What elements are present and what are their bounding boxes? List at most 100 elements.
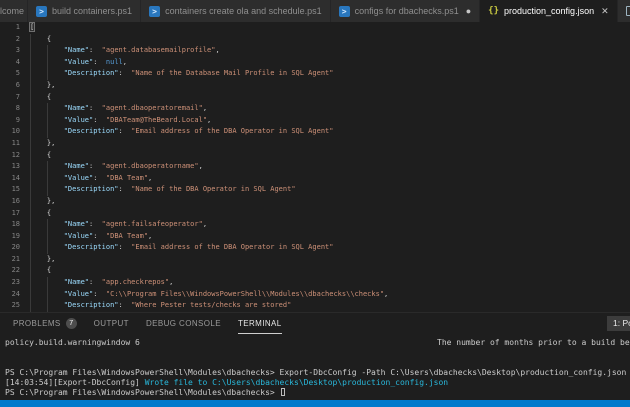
panel-tab-output[interactable]: OUTPUT bbox=[94, 313, 129, 334]
terminal-cursor bbox=[281, 388, 285, 396]
line-number: 25 bbox=[0, 300, 20, 312]
code-line-21[interactable]: 21 }, bbox=[0, 254, 630, 266]
terminal[interactable]: policy.build.warningwindow 6The number o… bbox=[0, 334, 630, 400]
tab-label: production_config.json bbox=[504, 6, 594, 16]
modified-dot-icon: ● bbox=[466, 7, 471, 16]
indent-guide bbox=[47, 115, 48, 127]
editor-pane[interactable]: 1[2 {3 "Name": "agent.databasemailprofil… bbox=[0, 22, 630, 312]
code-line-7[interactable]: 7 { bbox=[0, 92, 630, 104]
tab-configs-for-dbachecks-ps1[interactable]: >configs for dbachecks.ps1● bbox=[331, 0, 481, 22]
code-line-25[interactable]: 25 "Description": "Where Pester tests/ch… bbox=[0, 300, 630, 312]
line-number: 15 bbox=[0, 184, 20, 196]
line-number: 24 bbox=[0, 289, 20, 301]
code-line-5[interactable]: 5 "Description": "Name of the Database M… bbox=[0, 68, 630, 80]
code-line-8[interactable]: 8 "Name": "agent.dbaoperatoremail", bbox=[0, 103, 630, 115]
tab-containers-create-ola-and-schedule-ps1[interactable]: >containers create ola and schedule.ps1 bbox=[141, 0, 331, 22]
line-number: 11 bbox=[0, 138, 20, 150]
code-text: "Value": "DBA Team", bbox=[30, 173, 152, 185]
code-text: "Description": "Name of the DBA Operator… bbox=[30, 184, 296, 196]
indent-guide bbox=[47, 219, 48, 231]
code-line-23[interactable]: 23 "Name": "app.checkrepos", bbox=[0, 277, 630, 289]
line-number: 4 bbox=[0, 57, 20, 69]
code-text: { bbox=[30, 92, 51, 104]
indent-guide bbox=[30, 126, 31, 138]
code-text: "Description": "Email address of the DBA… bbox=[30, 126, 333, 138]
terminal-line-4: PS C:\Program Files\WindowsPowerShell\Mo… bbox=[5, 368, 630, 378]
panel-tab-terminal[interactable]: TERMINAL bbox=[238, 313, 282, 334]
vscode-window: lcome>build containers.ps1>containers cr… bbox=[0, 0, 630, 407]
indent-guide bbox=[30, 161, 31, 173]
indent-guide bbox=[30, 92, 31, 104]
line-number: 21 bbox=[0, 254, 20, 266]
code-line-13[interactable]: 13 "Name": "agent.dbaoperatorname", bbox=[0, 161, 630, 173]
indent-guide bbox=[47, 231, 48, 243]
code-line-15[interactable]: 15 "Description": "Name of the DBA Opera… bbox=[0, 184, 630, 196]
code-line-14[interactable]: 14 "Value": "DBA Team", bbox=[0, 173, 630, 185]
indent-guide bbox=[30, 231, 31, 243]
tab-lcome[interactable]: lcome bbox=[0, 0, 28, 22]
close-icon[interactable]: ✕ bbox=[601, 7, 609, 16]
code-line-3[interactable]: 3 "Name": "agent.databasemailprofile", bbox=[0, 45, 630, 57]
editor-tab-bar: lcome>build containers.ps1>containers cr… bbox=[0, 0, 630, 22]
terminal-line-2 bbox=[5, 348, 630, 358]
panel-tab-problems[interactable]: PROBLEMS 7 bbox=[13, 313, 77, 334]
code-line-22[interactable]: 22 { bbox=[0, 265, 630, 277]
indent-guide bbox=[47, 57, 48, 69]
file-icon bbox=[626, 6, 630, 16]
indent-guide bbox=[30, 277, 31, 289]
code-line-19[interactable]: 19 "Value": "DBA Team", bbox=[0, 231, 630, 243]
code-text: }, bbox=[30, 196, 55, 208]
panel-tab-label: PROBLEMS bbox=[13, 319, 61, 328]
code-line-16[interactable]: 16 }, bbox=[0, 196, 630, 208]
code-line-9[interactable]: 9 "Value": "DBATeam@TheBeard.Local", bbox=[0, 115, 630, 127]
indent-guide bbox=[47, 277, 48, 289]
indent-guide bbox=[47, 173, 48, 185]
code-line-1[interactable]: 1[ bbox=[0, 22, 630, 34]
indent-guide bbox=[47, 68, 48, 80]
panel-tab-label: DEBUG CONSOLE bbox=[146, 319, 221, 328]
code-line-2[interactable]: 2 { bbox=[0, 34, 630, 46]
line-number: 7 bbox=[0, 92, 20, 104]
code-line-12[interactable]: 12 { bbox=[0, 150, 630, 162]
code-text: "Name": "agent.dbaoperatoremail", bbox=[30, 103, 207, 115]
indent-guide bbox=[30, 115, 31, 127]
tab-production-config-json[interactable]: {}production_config.json✕ bbox=[480, 0, 617, 22]
tab-label: build containers.ps1 bbox=[52, 6, 132, 16]
code-line-24[interactable]: 24 "Value": "C:\\Program Files\\WindowsP… bbox=[0, 289, 630, 301]
code-line-10[interactable]: 10 "Description": "Email address of the … bbox=[0, 126, 630, 138]
terminal-line-5: [14:03:54][Export-DbcConfig] Wrote file … bbox=[5, 378, 630, 388]
code-text: "Value": "DBATeam@TheBeard.Local", bbox=[30, 115, 211, 127]
line-number: 5 bbox=[0, 68, 20, 80]
code-line-18[interactable]: 18 "Name": "agent.failsafeoperator", bbox=[0, 219, 630, 231]
indent-guide bbox=[47, 242, 48, 254]
terminal-line-3 bbox=[5, 358, 630, 368]
problems-count-badge: 7 bbox=[66, 318, 77, 329]
terminal-picker-dropdown[interactable]: 1: Po bbox=[607, 316, 630, 331]
tab-label: lcome bbox=[0, 6, 24, 16]
code-line-6[interactable]: 6 }, bbox=[0, 80, 630, 92]
code-line-20[interactable]: 20 "Description": "Email address of the … bbox=[0, 242, 630, 254]
line-number: 17 bbox=[0, 208, 20, 220]
line-number: 1 bbox=[0, 22, 20, 34]
indent-guide bbox=[30, 173, 31, 185]
panel-tab-debug-console[interactable]: DEBUG CONSOLE bbox=[146, 313, 221, 334]
code-line-17[interactable]: 17 { bbox=[0, 208, 630, 220]
terminal-picker-label: 1: Po bbox=[613, 318, 630, 328]
code-text: "Value": "DBA Team", bbox=[30, 231, 152, 243]
indent-guide bbox=[47, 289, 48, 301]
code-text: "Description": "Name of the Database Mai… bbox=[30, 68, 333, 80]
line-number: 19 bbox=[0, 231, 20, 243]
line-number: 9 bbox=[0, 115, 20, 127]
powershell-icon: > bbox=[149, 6, 160, 17]
tab-untitled-4[interactable]: Untitled-4 bbox=[618, 0, 630, 22]
indent-guide bbox=[30, 242, 31, 254]
code-line-4[interactable]: 4 "Value": null, bbox=[0, 57, 630, 69]
code-text: [ bbox=[30, 22, 34, 34]
panel-tab-label: OUTPUT bbox=[94, 319, 129, 328]
tab-build-containers-ps1[interactable]: >build containers.ps1 bbox=[28, 0, 141, 22]
code-text: "Description": "Email address of the DBA… bbox=[30, 242, 333, 254]
indent-guide bbox=[47, 45, 48, 57]
code-line-11[interactable]: 11 }, bbox=[0, 138, 630, 150]
indent-guide bbox=[30, 208, 31, 220]
indent-guide bbox=[30, 254, 31, 266]
